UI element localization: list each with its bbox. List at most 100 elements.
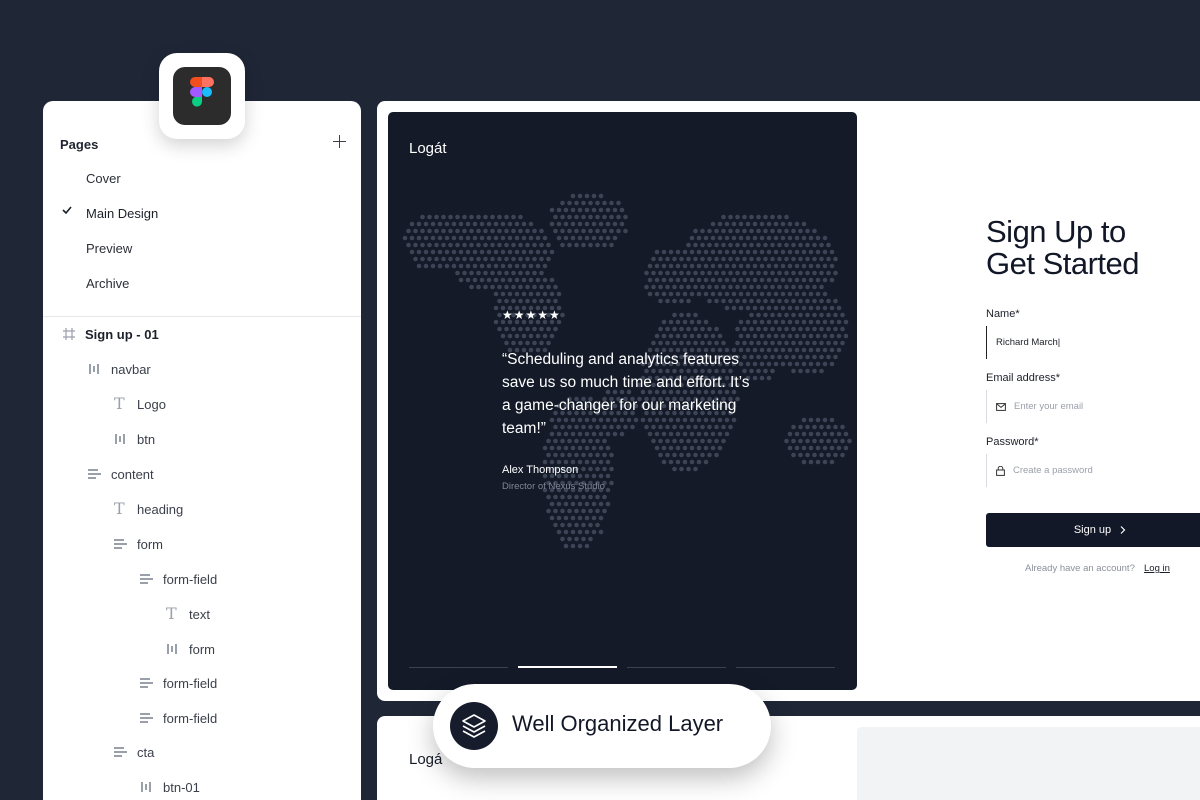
map-dot — [696, 333, 702, 339]
map-dot — [777, 256, 782, 262]
layer-label: form-field — [163, 710, 218, 726]
layer-cta[interactable]: cta — [113, 742, 154, 762]
map-dot — [507, 221, 513, 227]
map-dot — [504, 256, 509, 262]
map-dot — [731, 235, 737, 241]
password-field[interactable]: Create a password — [986, 454, 1200, 487]
map-dot — [721, 214, 726, 220]
layer-form[interactable]: form — [113, 534, 163, 554]
map-dot — [504, 326, 509, 332]
signup-button[interactable]: Sign up — [986, 513, 1200, 547]
map-dot — [518, 256, 523, 262]
map-dot — [703, 319, 709, 325]
map-dot — [420, 214, 425, 220]
map-dot — [500, 333, 506, 339]
map-dot — [826, 340, 831, 346]
panel-divider — [43, 316, 361, 317]
email-field[interactable]: Enter your email — [986, 390, 1200, 423]
map-dot — [756, 354, 761, 360]
map-dot — [605, 487, 611, 493]
map-dot — [584, 207, 590, 213]
layer-btn[interactable]: btn — [113, 429, 155, 449]
testimonial-author: Alex Thompson — [502, 464, 579, 476]
map-dot — [735, 242, 740, 248]
map-dot — [504, 270, 509, 276]
map-dot — [598, 445, 604, 451]
layer-navbar[interactable]: navbar — [87, 359, 151, 379]
map-dot — [602, 494, 607, 500]
map-dot — [570, 515, 576, 521]
map-dot — [458, 235, 464, 241]
login-link[interactable]: Log in — [1144, 563, 1170, 574]
layer-form-field[interactable]: form-field — [139, 708, 217, 728]
layer-form-field[interactable]: form-field — [139, 673, 217, 693]
layer-content[interactable]: content — [87, 464, 154, 484]
map-dot — [682, 249, 688, 255]
layer-sign-up-01[interactable]: Sign up - 01 — [61, 324, 159, 344]
map-dot — [556, 515, 562, 521]
layer-logo[interactable]: Logo — [113, 394, 166, 414]
slider-indicator-active[interactable] — [518, 666, 617, 668]
add-page-icon[interactable] — [331, 133, 349, 151]
page-item-archive[interactable]: Archive — [86, 276, 129, 291]
map-dot — [591, 193, 597, 199]
map-dot — [794, 263, 800, 269]
map-dot — [455, 242, 460, 248]
map-dot — [511, 298, 516, 304]
layer-text[interactable]: text — [165, 604, 210, 624]
map-dot — [717, 333, 723, 339]
slider-indicator[interactable] — [627, 667, 726, 668]
map-dot — [560, 312, 565, 318]
map-dot — [791, 228, 796, 234]
layer-label: form-field — [163, 571, 218, 587]
map-dot — [574, 536, 579, 542]
page-item-cover[interactable]: Cover — [86, 171, 121, 186]
map-dot — [738, 291, 744, 297]
layer-form-field[interactable]: form-field — [139, 569, 217, 589]
map-dot — [462, 228, 467, 234]
map-dot — [602, 508, 607, 514]
map-dot — [791, 298, 796, 304]
map-dot — [469, 228, 474, 234]
layer-heading[interactable]: heading — [113, 499, 183, 519]
map-dot — [577, 445, 583, 451]
map-dot — [539, 284, 544, 290]
map-dot — [521, 291, 527, 297]
map-dot — [784, 284, 789, 290]
name-field[interactable]: Richard March| — [986, 326, 1200, 359]
map-dot — [745, 277, 751, 283]
map-dot — [602, 214, 607, 220]
map-dot — [710, 263, 716, 269]
map-dot — [812, 298, 817, 304]
layer-btn-01[interactable]: btn-01 — [139, 777, 200, 797]
map-dot — [598, 221, 604, 227]
page-item-preview[interactable]: Preview — [86, 241, 132, 256]
map-dot — [514, 277, 520, 283]
map-dot — [822, 291, 828, 297]
map-dot — [784, 214, 789, 220]
map-dot — [770, 368, 775, 374]
testimonial-author-role: Director of Nexus Studio — [502, 481, 605, 492]
map-dot — [703, 263, 709, 269]
map-dot — [560, 452, 565, 458]
map-dot — [577, 473, 583, 479]
map-dot — [710, 445, 716, 451]
map-dot — [525, 256, 530, 262]
map-dot — [560, 214, 565, 220]
map-dot — [829, 361, 835, 367]
map-dot — [689, 333, 695, 339]
map-dot — [826, 298, 831, 304]
map-dot — [826, 270, 831, 276]
map-dot — [595, 522, 600, 528]
auto-layout-vertical-icon — [139, 675, 155, 691]
slider-indicator[interactable] — [736, 667, 835, 668]
slider-indicator[interactable] — [409, 667, 508, 668]
page-item-main-design[interactable]: Main Design — [86, 206, 158, 221]
map-dot — [605, 501, 611, 507]
map-dot — [780, 305, 786, 311]
map-dot — [770, 354, 775, 360]
layer-form-input[interactable]: form — [165, 639, 215, 659]
map-dot — [700, 256, 705, 262]
map-dot — [490, 228, 495, 234]
map-dot — [560, 242, 565, 248]
